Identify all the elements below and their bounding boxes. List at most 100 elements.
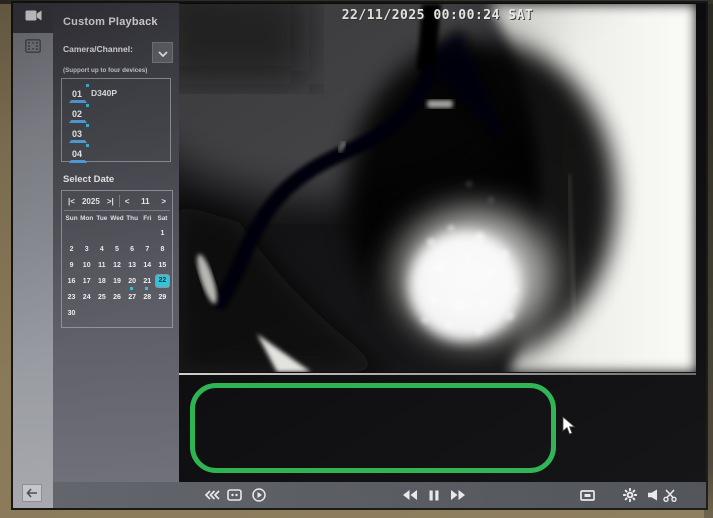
calendar-day-6[interactable]: 6 <box>125 241 140 257</box>
calendar-day-name: Sat <box>157 215 168 222</box>
pause-icon[interactable] <box>425 486 443 504</box>
calendar-day-number: 25 <box>97 293 106 301</box>
calendar-day-20[interactable]: 20 <box>125 273 140 290</box>
calendar-day-8[interactable]: 8 <box>155 241 170 257</box>
prev-year-button[interactable]: |< <box>65 197 78 206</box>
channel-item-01[interactable]: 01 D340P <box>72 84 170 104</box>
skip-backward-icon[interactable] <box>203 486 221 504</box>
live-view-nav[interactable] <box>13 3 53 33</box>
calendar-day-9[interactable]: 9 <box>64 257 79 273</box>
calendar-day-number: 17 <box>82 277 91 285</box>
calendar-day-26[interactable]: 26 <box>109 289 124 305</box>
mouse-cursor <box>562 416 576 435</box>
calendar-day-number: 20 <box>128 277 137 285</box>
calendar-day-number: 4 <box>99 245 104 253</box>
calendar-day-number: 22 <box>155 275 169 287</box>
calendar-day-number: 26 <box>113 293 121 301</box>
calendar-day-11[interactable]: 11 <box>94 257 109 273</box>
calendar-day-number: 15 <box>158 261 167 269</box>
calendar-day-number: 16 <box>67 277 76 285</box>
calendar-day-number: 7 <box>145 245 150 253</box>
channel-item-04[interactable]: 04 <box>72 144 170 164</box>
calendar-day-30[interactable]: 30 <box>64 305 79 321</box>
timeline-area[interactable] <box>179 376 706 482</box>
calendar-day-22[interactable]: 22 <box>155 273 170 289</box>
calendar-day-number: 11 <box>98 261 106 269</box>
calendar-day-27[interactable]: 27 <box>125 289 140 305</box>
nav-rail <box>13 3 53 508</box>
rewind-icon[interactable] <box>401 486 419 504</box>
calendar-day-name: Mon <box>80 215 94 222</box>
calendar-day-number: 14 <box>143 261 152 269</box>
select-date-label: Select Date <box>63 174 115 185</box>
video-camera-icon <box>25 9 42 27</box>
playback-toolbar <box>53 482 706 508</box>
calendar-day-empty <box>125 225 140 241</box>
chevron-down-icon <box>157 45 168 60</box>
calendar-day-24[interactable]: 24 <box>79 289 94 305</box>
channel-item-03[interactable]: 03 <box>72 124 170 144</box>
calendar-day-29[interactable]: 29 <box>155 289 170 305</box>
calendar-day-18[interactable]: 18 <box>94 273 109 289</box>
calendar-day-25[interactable]: 25 <box>94 289 109 305</box>
clip-box-icon[interactable] <box>225 486 243 504</box>
calendar-month: 11 <box>141 196 150 206</box>
fast-forward-icon[interactable] <box>449 486 467 504</box>
play-circle-icon[interactable] <box>250 486 268 504</box>
calendar-grid: 1 2 3 4 5 6 7 8 9 10 11 12 13 14 15 16 17 18 19 20 21 22 23 24 2… <box>64 225 170 321</box>
channel-selected-dot <box>86 144 89 147</box>
calendar-day-number: 27 <box>128 293 137 301</box>
calendar-day-17[interactable]: 17 <box>79 273 94 289</box>
calendar-day-number: 29 <box>158 293 167 301</box>
calendar-day-number: 28 <box>143 293 152 301</box>
calendar-day-1[interactable]: 1 <box>155 225 170 241</box>
calendar-day-28[interactable]: 28 <box>140 289 155 305</box>
calendar-day-number: 21 <box>143 277 152 285</box>
calendar-day-10[interactable]: 10 <box>79 257 94 273</box>
back-button[interactable] <box>22 484 42 502</box>
calendar-day-number: 3 <box>84 245 89 253</box>
film-strip-icon <box>25 38 41 58</box>
calendar-day-number: 2 <box>69 245 74 253</box>
channel-selected-dot <box>86 104 89 107</box>
speaker-icon[interactable] <box>643 486 661 504</box>
next-month-button[interactable]: > <box>158 197 169 206</box>
calendar-day-15[interactable]: 15 <box>155 257 170 273</box>
calendar-day-3[interactable]: 3 <box>79 241 94 257</box>
calendar-day-16[interactable]: 16 <box>64 273 79 289</box>
main-pane: 22/11/2025 00:00:24 SAT <box>179 3 706 482</box>
calendar-day-number: 13 <box>128 261 137 269</box>
rail-body <box>13 33 53 508</box>
calendar-day-number: 12 <box>113 261 121 269</box>
next-year-button[interactable]: >| <box>104 197 117 206</box>
gear-icon[interactable] <box>621 486 639 504</box>
calendar-day-19[interactable]: 19 <box>109 273 124 289</box>
calendar-day-5[interactable]: 5 <box>109 241 124 257</box>
channel-item-02[interactable]: 02 <box>72 104 170 124</box>
calendar-day-2[interactable]: 2 <box>64 241 79 257</box>
channel-selected-dot <box>86 84 89 87</box>
calendar-day-13[interactable]: 13 <box>125 257 140 273</box>
prev-month-button[interactable]: < <box>122 197 133 206</box>
calendar-day-14[interactable]: 14 <box>140 257 155 273</box>
calendar-day-empty <box>79 305 94 321</box>
channel-number: 04 <box>72 149 83 159</box>
scissors-icon[interactable] <box>661 486 679 504</box>
channel-number: 02 <box>72 109 83 119</box>
calendar-day-21[interactable]: 21 <box>140 273 155 290</box>
calendar-day-number: 23 <box>67 293 76 301</box>
channel-number: 03 <box>72 129 83 139</box>
page-title: Custom Playback <box>63 16 158 28</box>
calendar-day-4[interactable]: 4 <box>94 241 109 257</box>
playback-nav[interactable] <box>13 33 53 63</box>
calendar-day-12[interactable]: 12 <box>109 257 124 273</box>
calendar-day-empty <box>79 225 94 241</box>
sidebar-panel: Custom Playback Camera/Channel: (Support… <box>53 3 179 482</box>
calendar-day-empty <box>155 305 170 321</box>
display-icon[interactable] <box>578 486 596 504</box>
channel-dropdown-button[interactable] <box>152 42 173 63</box>
calendar-day-number: 8 <box>160 245 165 253</box>
calendar-day-23[interactable]: 23 <box>64 289 79 305</box>
calendar-day-name: Wed <box>110 215 124 222</box>
calendar-day-7[interactable]: 7 <box>140 241 155 257</box>
